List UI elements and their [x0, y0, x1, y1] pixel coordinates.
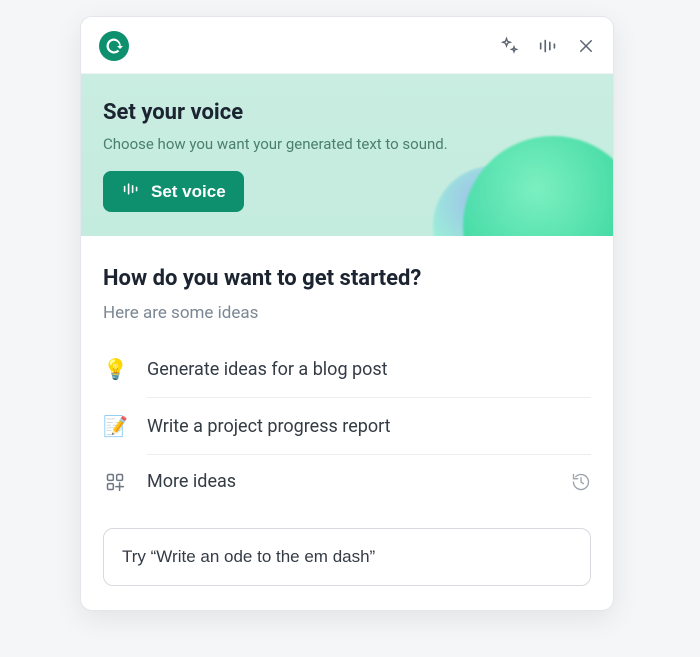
idea-label: Generate ideas for a blog post: [147, 359, 388, 380]
history-icon[interactable]: [571, 472, 591, 492]
idea-label: Write a project progress report: [147, 416, 391, 437]
more-ideas-label: More ideas: [147, 471, 236, 492]
sparkle-icon[interactable]: [499, 36, 519, 56]
grammarly-logo: [99, 31, 129, 61]
set-voice-label: Set voice: [151, 182, 226, 202]
main-section: How do you want to get started? Here are…: [81, 236, 613, 610]
idea-item[interactable]: 💡 Generate ideas for a blog post: [103, 341, 591, 397]
assistant-panel: Set your voice Choose how you want your …: [80, 16, 614, 611]
voice-hero: Set your voice Choose how you want your …: [81, 74, 613, 236]
voice-subtitle: Choose how you want your generated text …: [103, 135, 591, 153]
memo-icon: 📝: [103, 414, 127, 438]
close-icon[interactable]: [577, 37, 595, 55]
header-actions: [499, 36, 595, 56]
voice-title: Set your voice: [103, 100, 591, 125]
main-subtitle: Here are some ideas: [103, 303, 591, 323]
voice-wave-icon[interactable]: [537, 36, 559, 56]
grid-plus-icon: [103, 472, 127, 492]
idea-item[interactable]: 📝 Write a project progress report: [103, 398, 591, 454]
idea-list: 💡 Generate ideas for a blog post 📝 Write…: [103, 341, 591, 508]
prompt-input[interactable]: [103, 528, 591, 586]
main-title: How do you want to get started?: [103, 266, 591, 291]
more-ideas-item[interactable]: More ideas: [103, 455, 591, 508]
voice-wave-icon: [121, 181, 141, 202]
set-voice-button[interactable]: Set voice: [103, 171, 244, 212]
lightbulb-icon: 💡: [103, 357, 127, 381]
panel-header: [81, 17, 613, 74]
